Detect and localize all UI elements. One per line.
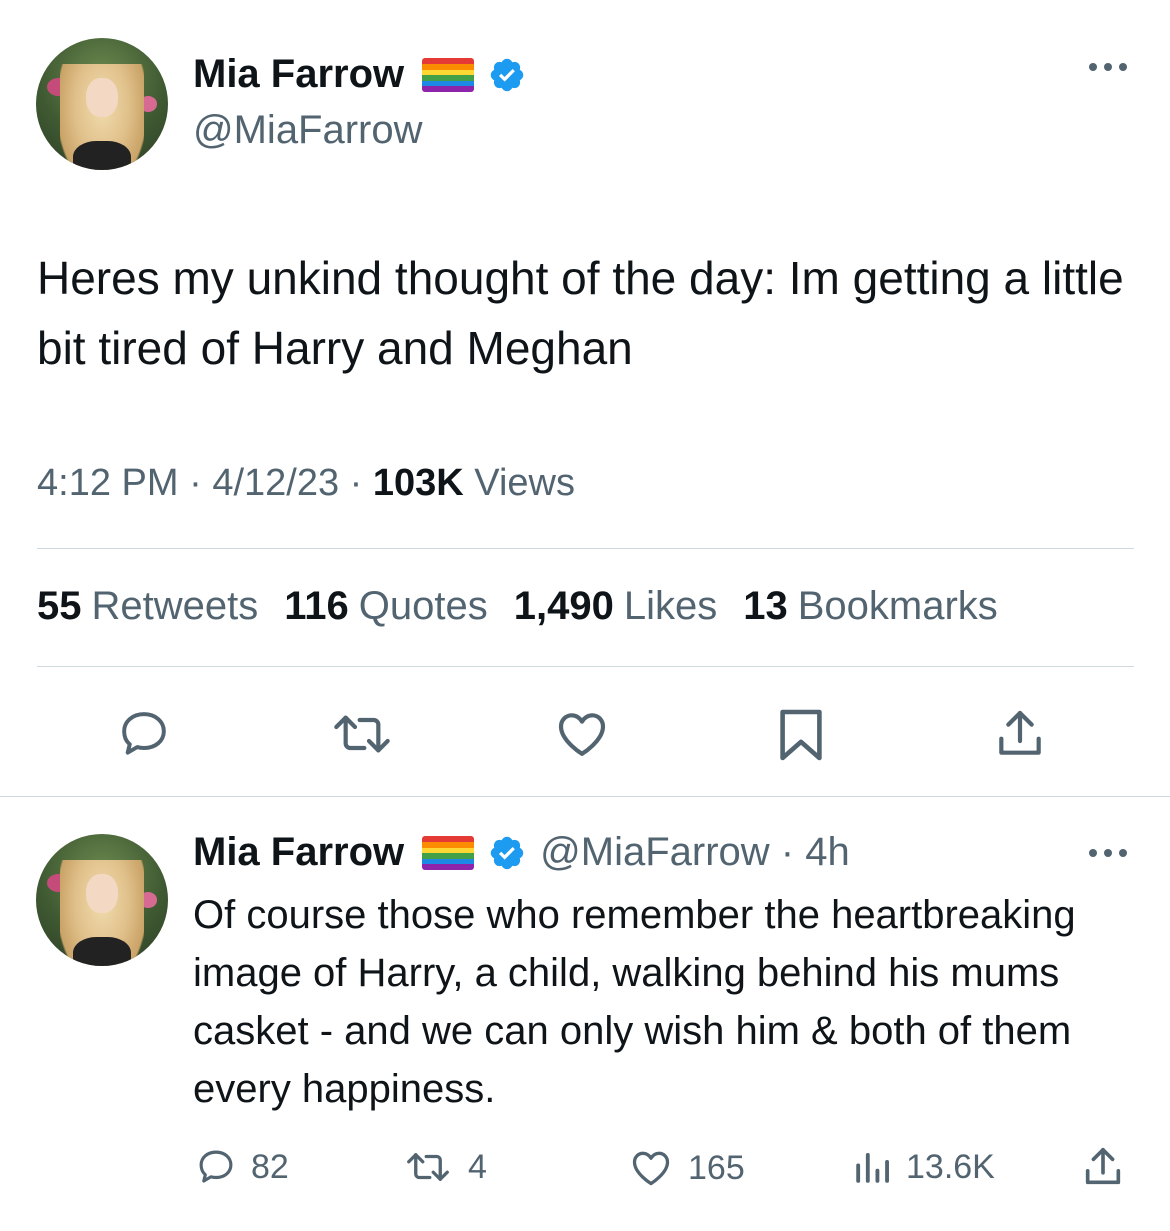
retweet-button[interactable]: 4: [400, 1146, 487, 1188]
author-name[interactable]: Mia Farrow: [193, 830, 404, 875]
share-icon: [1085, 1147, 1121, 1185]
author-name[interactable]: Mia Farrow: [193, 52, 404, 97]
tweet-meta: 4:12 PM · 4/12/23 · 103K Views: [37, 462, 575, 504]
retweet-count: 4: [468, 1147, 487, 1186]
stat-likes[interactable]: 1,490 Likes: [514, 584, 718, 629]
like-count: 165: [688, 1148, 745, 1187]
like-icon[interactable]: [552, 706, 612, 767]
verified-badge-icon[interactable]: [488, 834, 526, 872]
engagement-stats: 55 Retweets 116 Quotes 1,490 Likes 13 Bookma…: [37, 584, 998, 629]
stat-quotes[interactable]: 116 Quotes: [284, 584, 488, 629]
verified-badge-icon[interactable]: [488, 56, 526, 94]
author-row: Mia Farrow: [193, 52, 526, 97]
views-icon: [856, 1153, 889, 1183]
reply-icon[interactable]: [114, 706, 174, 767]
author-row: Mia Farrow @MiaFarrow · 4h: [193, 830, 850, 875]
divider: [37, 666, 1134, 667]
rainbow-flag-icon: [422, 57, 475, 92]
more-icon[interactable]: [1086, 60, 1130, 79]
divider: [37, 548, 1134, 549]
views-button[interactable]: 13.6K: [850, 1146, 995, 1188]
divider: [0, 796, 1170, 797]
bookmark-icon[interactable]: [778, 706, 824, 769]
reply-count: 82: [251, 1147, 289, 1186]
views-count: 13.6K: [906, 1147, 995, 1186]
reply-icon: [199, 1150, 233, 1183]
views-label: Views: [474, 462, 575, 504]
share-icon[interactable]: [992, 706, 1048, 767]
rainbow-flag-icon: [422, 835, 475, 870]
retweet-icon: [407, 1153, 449, 1181]
like-button[interactable]: 165: [626, 1146, 745, 1190]
tweet-time[interactable]: 4:12 PM: [37, 462, 179, 504]
avatar[interactable]: [36, 834, 168, 966]
reply-text: Of course those who remember the heartbr…: [193, 893, 1076, 1111]
retweet-icon[interactable]: [326, 706, 398, 767]
stat-retweets[interactable]: 55 Retweets: [37, 584, 258, 629]
reply-handle-time[interactable]: @MiaFarrow · 4h: [540, 830, 850, 875]
views-count: 103K: [372, 462, 464, 504]
tweet-date[interactable]: 4/12/23: [212, 462, 339, 504]
reply-button[interactable]: 82: [193, 1146, 289, 1188]
more-icon[interactable]: [1086, 846, 1130, 865]
like-icon: [632, 1151, 670, 1186]
author-handle[interactable]: @MiaFarrow: [193, 108, 423, 153]
share-button[interactable]: [1080, 1144, 1126, 1190]
stat-bookmarks[interactable]: 13 Bookmarks: [743, 584, 998, 629]
tweet-text: Heres my unkind thought of the day: Im g…: [37, 252, 1124, 374]
avatar[interactable]: [36, 38, 168, 170]
